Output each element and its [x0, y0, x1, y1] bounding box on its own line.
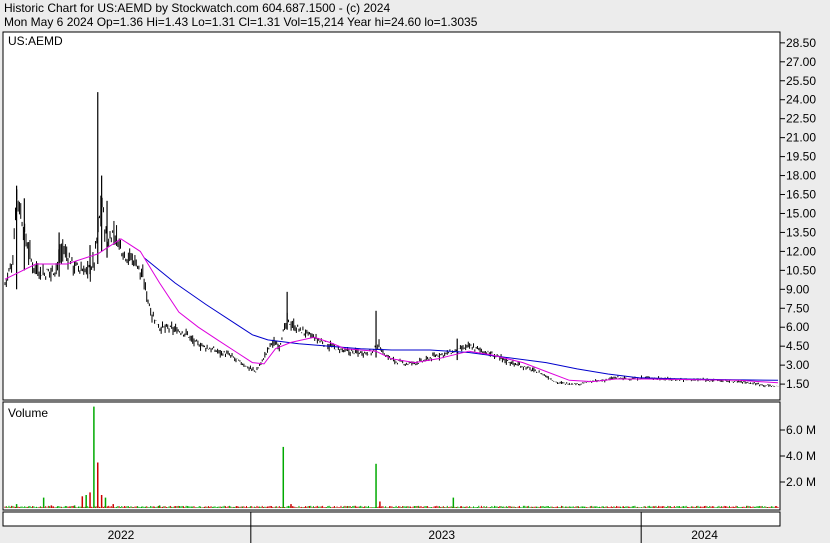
price-tick-label: 16.50	[786, 188, 816, 202]
year-label: 2023	[428, 528, 455, 542]
price-tick-label: 28.50	[786, 36, 816, 50]
volume-tick-label: 4.0 M	[786, 449, 816, 463]
price-tick-label: 15.00	[786, 206, 816, 220]
volume-panel	[2, 401, 781, 511]
year-label: 2024	[691, 528, 718, 542]
price-tick-label: 12.00	[786, 244, 816, 258]
price-tick-label: 6.00	[786, 320, 810, 334]
price-tick-label: 18.00	[786, 169, 816, 183]
year-label: 2022	[108, 528, 135, 542]
price-tick-label: 7.50	[786, 301, 810, 315]
volume-tick-label: 2.0 M	[786, 475, 816, 489]
symbol-label: US:AEMD	[8, 34, 63, 48]
price-tick-label: 22.50	[786, 112, 816, 126]
price-tick-label: 21.00	[786, 131, 816, 145]
price-tick-label: 9.00	[786, 282, 810, 296]
price-tick-label: 10.50	[786, 263, 816, 277]
date-strip	[2, 511, 781, 527]
price-tick-label: 13.50	[786, 225, 816, 239]
price-panel	[2, 31, 781, 401]
price-tick-label: 19.50	[786, 150, 816, 164]
price-tick-label: 4.50	[786, 339, 810, 353]
price-tick-label: 24.00	[786, 93, 816, 107]
price-tick-label: 27.00	[786, 55, 816, 69]
volume-title: Volume	[8, 406, 48, 420]
price-tick-label: 25.50	[786, 74, 816, 88]
price-tick-label: 3.00	[786, 358, 810, 372]
volume-tick-label: 6.0 M	[786, 423, 816, 437]
price-tick-label: 1.50	[786, 377, 810, 391]
stock-chart: US:AEMD Volume 28.50 27.00 25.50 24.00 22.50…	[2, 31, 816, 543]
